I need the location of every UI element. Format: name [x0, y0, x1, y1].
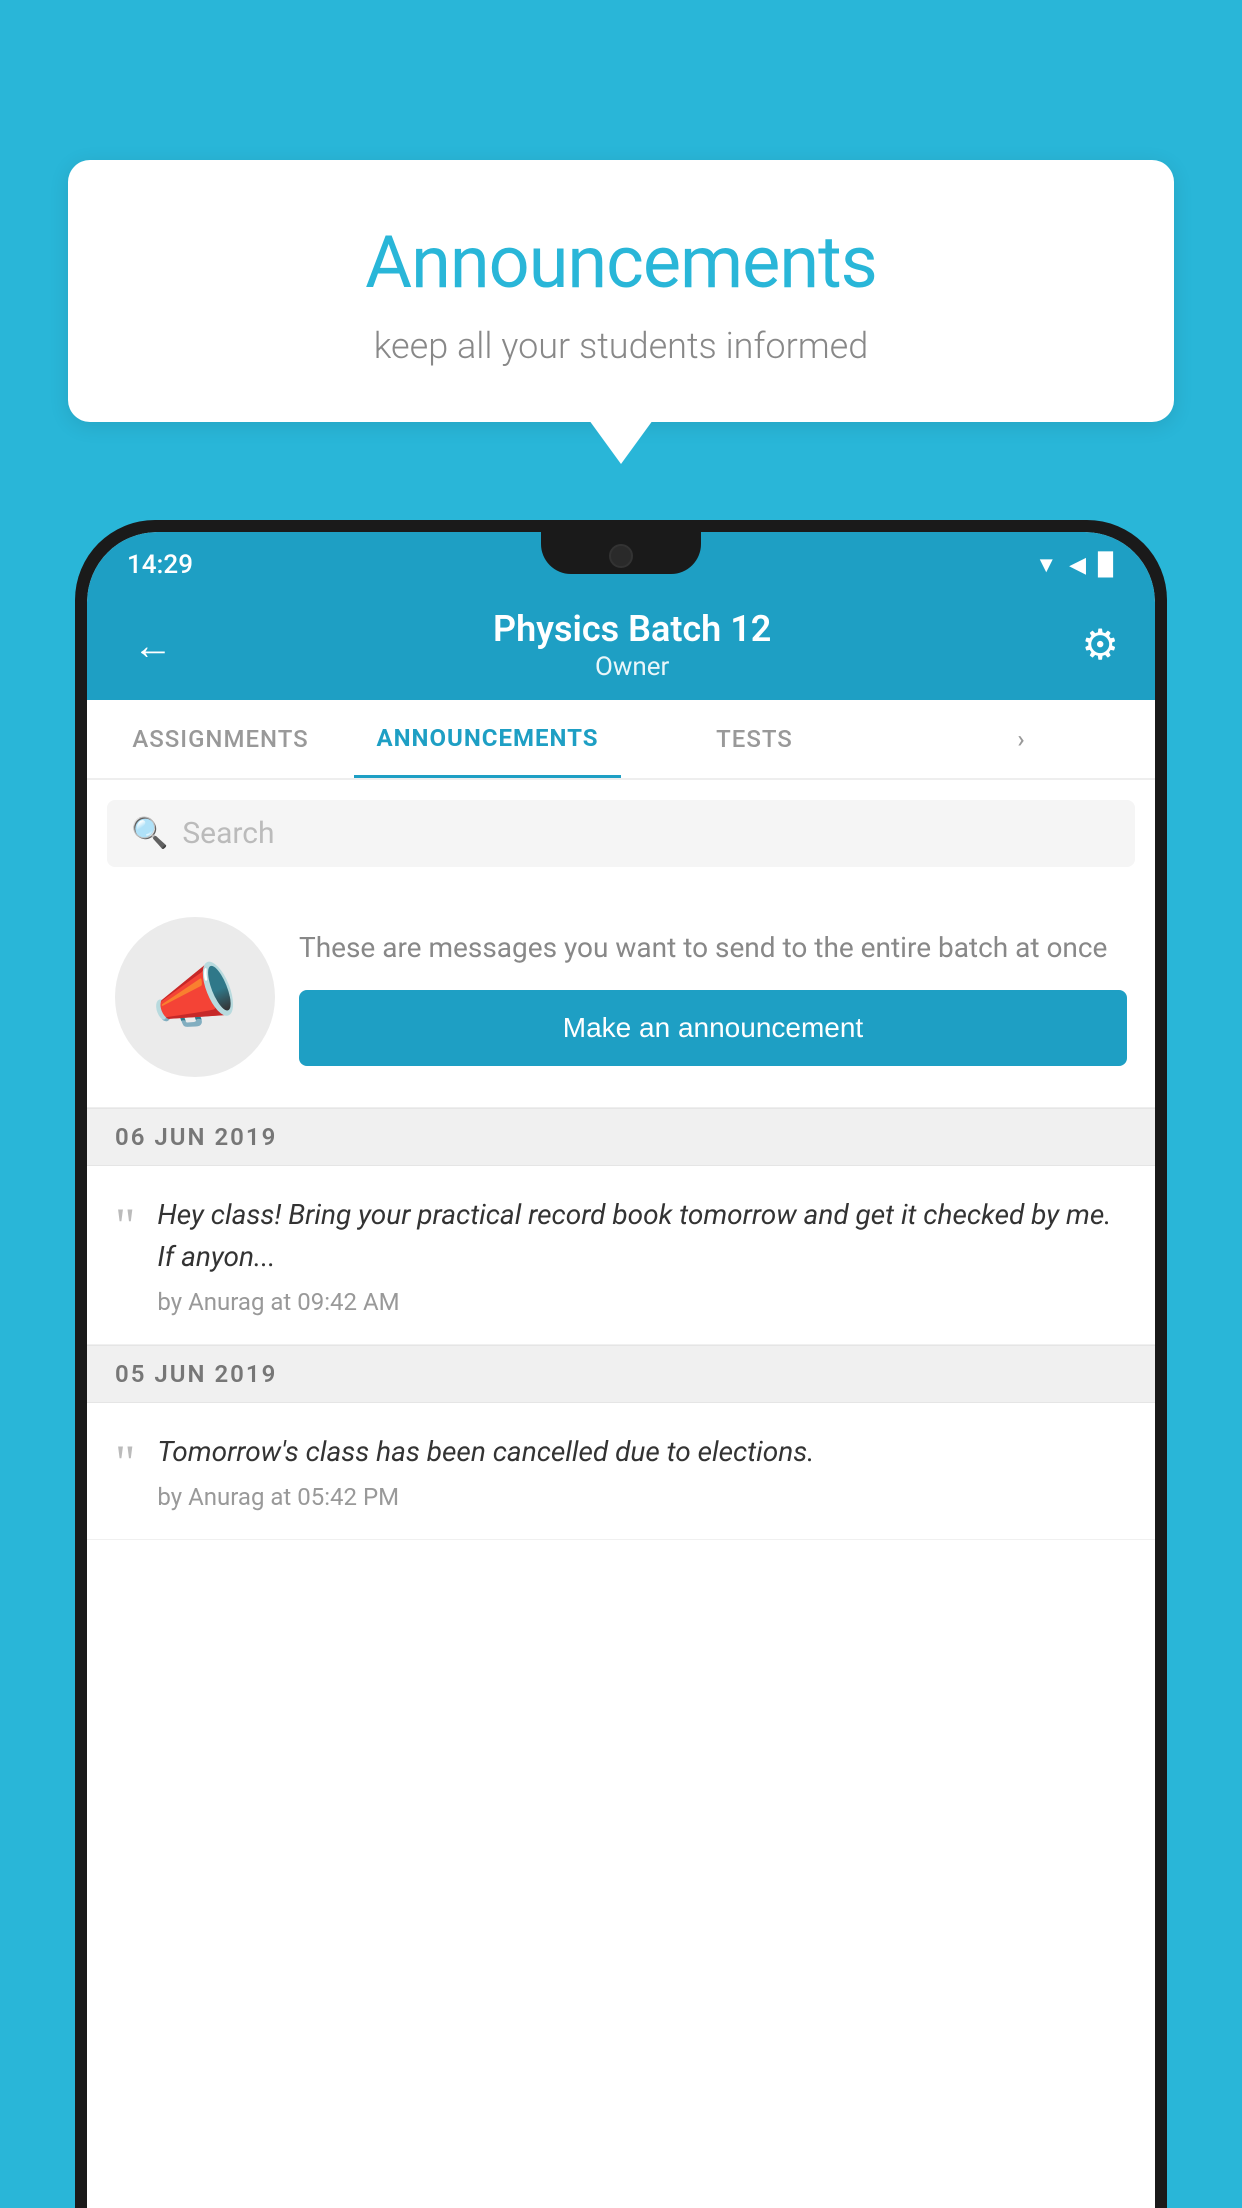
content: 🔍 Search 📣 These are messages you want t…: [87, 780, 1155, 1540]
announcement-text-2: Tomorrow's class has been cancelled due …: [157, 1431, 1127, 1473]
announcement-icon-circle: 📣: [115, 917, 275, 1077]
tabs: ASSIGNMENTS ANNOUNCEMENTS TESTS ›: [87, 700, 1155, 780]
announcement-prompt-right: These are messages you want to send to t…: [299, 928, 1127, 1065]
announcement-prompt: 📣 These are messages you want to send to…: [87, 887, 1155, 1108]
app-bar-title-section: Physics Batch 12 Owner: [183, 608, 1081, 682]
search-icon: 🔍: [131, 816, 168, 851]
phone-frame: 14:29 ▼ ◀ ▉ ← Physics Batch 12 Owner ⚙ A…: [75, 520, 1167, 2208]
date-separator-1: 06 JUN 2019: [87, 1108, 1155, 1166]
speech-bubble-title: Announcements: [118, 220, 1124, 305]
announcement-item-1[interactable]: " Hey class! Bring your practical record…: [87, 1166, 1155, 1345]
notch: [541, 532, 701, 574]
battery-icon: ▉: [1098, 553, 1115, 578]
date-separator-2: 05 JUN 2019: [87, 1345, 1155, 1403]
tab-more[interactable]: ›: [888, 700, 1155, 778]
tab-announcements[interactable]: ANNOUNCEMENTS: [354, 700, 621, 778]
quote-icon-1: ": [115, 1200, 135, 1250]
announcement-item-2[interactable]: " Tomorrow's class has been cancelled du…: [87, 1403, 1155, 1540]
announcement-meta-1: by Anurag at 09:42 AM: [157, 1288, 1127, 1316]
app-bar-subtitle: Owner: [183, 652, 1081, 682]
back-button[interactable]: ←: [123, 612, 183, 679]
screen: 14:29 ▼ ◀ ▉ ← Physics Batch 12 Owner ⚙ A…: [87, 532, 1155, 2208]
quote-icon-2: ": [115, 1437, 135, 1487]
speech-bubble-subtitle: keep all your students informed: [118, 325, 1124, 367]
announcement-prompt-text: These are messages you want to send to t…: [299, 928, 1127, 967]
speech-bubble: Announcements keep all your students inf…: [68, 160, 1174, 422]
app-bar: ← Physics Batch 12 Owner ⚙: [87, 590, 1155, 700]
status-icons: ▼ ◀ ▉: [1035, 552, 1115, 578]
announcement-meta-2: by Anurag at 05:42 PM: [157, 1483, 1127, 1511]
announcement-content-1: Hey class! Bring your practical record b…: [157, 1194, 1127, 1316]
make-announcement-button[interactable]: Make an announcement: [299, 990, 1127, 1066]
wifi-icon: ▼: [1035, 552, 1057, 578]
status-time: 14:29: [127, 550, 193, 580]
tab-tests[interactable]: TESTS: [621, 700, 888, 778]
settings-icon[interactable]: ⚙: [1081, 620, 1119, 670]
app-bar-title: Physics Batch 12: [183, 608, 1081, 650]
search-bar[interactable]: 🔍 Search: [107, 800, 1135, 867]
phone-inner: 14:29 ▼ ◀ ▉ ← Physics Batch 12 Owner ⚙ A…: [87, 532, 1155, 2208]
announcement-text-1: Hey class! Bring your practical record b…: [157, 1194, 1127, 1278]
announcement-content-2: Tomorrow's class has been cancelled due …: [157, 1431, 1127, 1511]
tab-assignments[interactable]: ASSIGNMENTS: [87, 700, 354, 778]
speech-bubble-container: Announcements keep all your students inf…: [68, 160, 1174, 422]
camera: [609, 544, 633, 568]
signal-icon: ◀: [1069, 553, 1086, 578]
search-placeholder: Search: [182, 816, 274, 851]
megaphone-icon: 📣: [151, 956, 238, 1038]
